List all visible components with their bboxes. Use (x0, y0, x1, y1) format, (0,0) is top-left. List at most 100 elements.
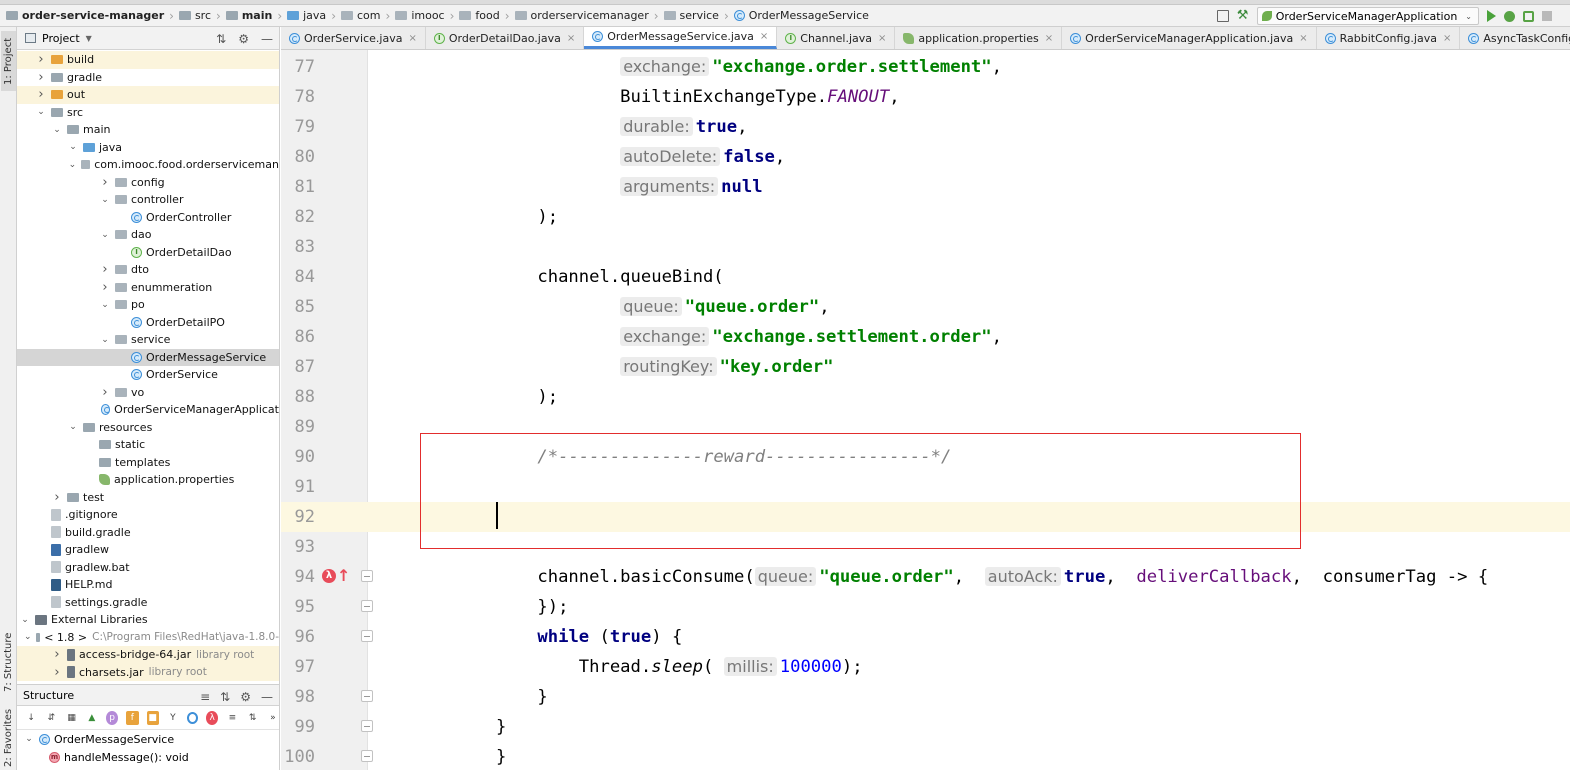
collapse-all-icon[interactable]: ⇅ (216, 32, 226, 46)
coverage-icon[interactable] (1523, 10, 1534, 22)
close-icon[interactable]: × (408, 33, 416, 44)
tree-item[interactable]: application.properties (17, 471, 279, 489)
close-icon[interactable]: × (1443, 33, 1451, 44)
expand-icon[interactable]: ▦ (66, 711, 78, 725)
chevron-right-icon[interactable]: › (35, 87, 47, 102)
tree-item[interactable]: › gradle (17, 69, 279, 87)
tree-item[interactable]: OrderDetailPO (17, 314, 279, 332)
breadcrumb-item[interactable]: com (341, 9, 381, 22)
tree-item[interactable]: ⌄ src (17, 104, 279, 122)
tree-item[interactable]: ⌄ dao (17, 226, 279, 244)
editor-tab[interactable]: OrderService.java × (281, 27, 426, 49)
breadcrumb-item[interactable]: main (225, 9, 272, 22)
tree-item[interactable]: HELP.md (17, 576, 279, 594)
tree-item[interactable]: build.gradle (17, 524, 279, 542)
chevron-down-icon[interactable]: ▼ (86, 34, 92, 43)
tree-item[interactable]: ⌄ resources (17, 419, 279, 437)
build-hammer-icon[interactable]: ⚒ (1237, 9, 1249, 22)
chevron-down-icon[interactable]: ⌄ (23, 734, 35, 744)
chevron-right-icon[interactable]: › (35, 70, 47, 85)
tree-item[interactable]: ⌄ < 1.8 > C:\Program Files\RedHat\java-1.8… (17, 629, 279, 647)
editor-tab[interactable]: OrderServiceManagerApplication.java × (1062, 27, 1317, 49)
breadcrumb-item[interactable]: service (663, 9, 719, 22)
collapse-all-icon[interactable]: ⇅ (220, 690, 230, 704)
stop-icon[interactable] (1542, 11, 1552, 21)
chevron-down-icon[interactable]: ⌄ (99, 195, 111, 205)
breadcrumb-item[interactable]: src (178, 9, 211, 22)
chevron-down-icon[interactable]: ⌄ (99, 230, 111, 240)
tree-item[interactable]: › test (17, 489, 279, 507)
project-structure-icon[interactable] (1216, 10, 1229, 22)
debug-icon[interactable] (1504, 10, 1515, 22)
structure-item[interactable]: ⌄ OrderMessageService (17, 730, 279, 748)
favorites-tool-tab[interactable]: 2: Favorites (1, 707, 16, 769)
chevron-right-icon[interactable]: › (99, 175, 111, 190)
tree-item[interactable]: ⌄ External Libraries (17, 611, 279, 629)
editor-tab[interactable]: AsyncTaskConfig.java× (1460, 27, 1570, 49)
project-tool-tab[interactable]: 1: Project (1, 31, 16, 91)
tree-item[interactable]: OrderServiceManagerApplicat (17, 401, 279, 419)
chevron-down-icon[interactable]: ⌄ (68, 160, 77, 170)
tree-item[interactable]: ⌄ po (17, 296, 279, 314)
tree-item[interactable]: static (17, 436, 279, 454)
editor-tab[interactable]: I Channel.java × (777, 27, 896, 49)
chevron-right-icon[interactable]: › (51, 665, 63, 680)
tree-item[interactable]: gradlew.bat (17, 559, 279, 577)
editor-tab[interactable]: RabbitConfig.java × (1317, 27, 1461, 49)
fold-marker[interactable] (361, 630, 373, 642)
fold-marker[interactable] (361, 720, 373, 732)
editor-tab[interactable]: I OrderDetailDao.java × (426, 27, 585, 49)
more-icon[interactable]: » (267, 711, 279, 725)
fold-marker[interactable] (361, 600, 373, 612)
chevron-down-icon[interactable]: ⌄ (67, 142, 79, 152)
autoscroll-icon[interactable]: ≡ (226, 711, 238, 725)
chevron-right-icon[interactable]: › (35, 52, 47, 67)
gear-icon[interactable]: ⚙ (238, 32, 249, 46)
breadcrumb-item[interactable]: OrderMessageService (733, 9, 869, 22)
tree-item[interactable]: › access-bridge-64.jar library root (17, 646, 279, 664)
tree-item[interactable]: ⌄ com.imooc.food.orderserviceman (17, 156, 279, 174)
chevron-down-icon[interactable]: ⌄ (67, 422, 79, 432)
close-icon[interactable]: × (878, 33, 886, 44)
breadcrumb-item[interactable]: food (459, 9, 500, 22)
tree-item[interactable]: OrderService (17, 366, 279, 384)
chevron-right-icon[interactable]: › (51, 647, 63, 662)
chevron-down-icon[interactable]: ⌄ (51, 125, 63, 135)
lambda-icon[interactable]: λ (206, 710, 219, 725)
chevron-right-icon[interactable]: › (99, 385, 111, 400)
sort-visibility-icon[interactable]: ⇵ (45, 711, 57, 725)
tree-item[interactable]: › out (17, 86, 279, 104)
fold-marker[interactable] (361, 750, 373, 762)
tree-item[interactable]: OrderController (17, 209, 279, 227)
tree-item[interactable]: ⌄ main (17, 121, 279, 139)
tree-item[interactable]: ⌄ service (17, 331, 279, 349)
hide-panel-icon[interactable]: — (261, 32, 273, 46)
chevron-down-icon[interactable]: ⌄ (19, 615, 31, 625)
chevron-down-icon[interactable]: ⌄ (35, 107, 47, 117)
tree-item[interactable]: gradlew (17, 541, 279, 559)
tree-item[interactable]: › vo (17, 384, 279, 402)
close-icon[interactable]: × (567, 33, 575, 44)
fields-icon[interactable]: f (126, 710, 139, 725)
tree-item[interactable]: › dto (17, 261, 279, 279)
tree-item[interactable]: templates (17, 454, 279, 472)
breadcrumb-item[interactable]: imooc (395, 9, 445, 22)
run-configuration-dropdown[interactable]: OrderServiceManagerApplication ⌄ (1256, 7, 1479, 25)
tree-item[interactable]: I OrderDetailDao (17, 244, 279, 262)
tree-item[interactable]: ⌄ controller (17, 191, 279, 209)
tree-item[interactable]: settings.gradle (17, 594, 279, 612)
non-public-icon[interactable]: ■ (146, 710, 159, 725)
chevron-down-icon[interactable]: ⌄ (99, 300, 111, 310)
autoscroll-from-source-icon[interactable]: ⇅ (247, 711, 259, 725)
editor-tab[interactable]: OrderMessageService.java × (584, 27, 778, 49)
fold-marker[interactable] (361, 570, 373, 582)
tree-item[interactable]: OrderMessageService (17, 348, 279, 366)
breadcrumb-item[interactable]: order-service-manager (6, 9, 164, 22)
lambda-gutter-marker[interactable]: λ ↑ (322, 566, 350, 585)
chevron-right-icon[interactable]: › (99, 280, 111, 295)
close-icon[interactable]: × (1299, 33, 1307, 44)
tree-item[interactable]: › config (17, 174, 279, 192)
properties-icon[interactable]: p (106, 710, 119, 725)
fold-marker[interactable] (361, 690, 373, 702)
run-icon[interactable] (1487, 10, 1496, 22)
